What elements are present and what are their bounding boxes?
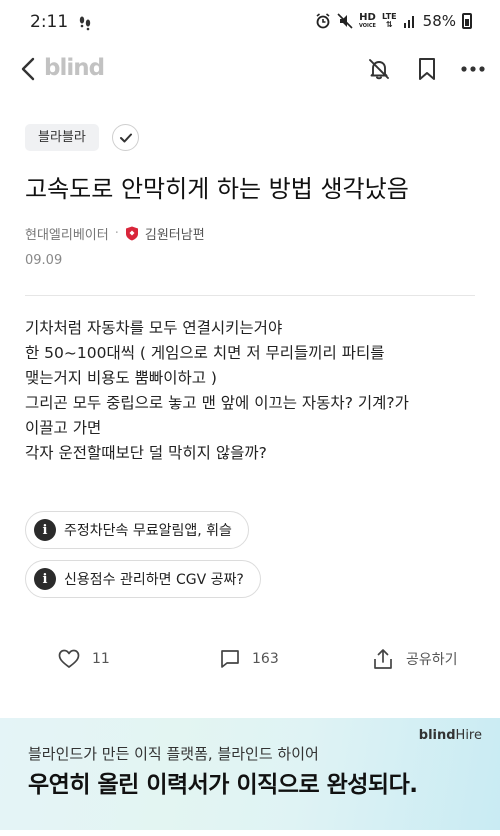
post-body: 기차처럼 자동차를 모두 연결시키는거야 한 50~100대씩 ( 게임으로 치…: [25, 316, 485, 466]
check-icon: [119, 133, 132, 142]
author-row: 현대엘리베이터 · 김원터남편: [25, 223, 205, 243]
info-icon: i: [34, 519, 56, 541]
author-badge-icon: [125, 226, 138, 240]
comment-button[interactable]: 163: [220, 643, 279, 675]
body-line: 이끌고 가면: [25, 419, 102, 437]
author-name[interactable]: 김원터남편: [145, 224, 205, 243]
comment-icon: [221, 650, 239, 668]
banner-brand: blindHire: [419, 728, 482, 743]
related-link-chip[interactable]: i 신용점수 관리하면 CGV 공짜?: [25, 560, 261, 598]
steps-icon: [79, 16, 91, 31]
status-bar: 2:11 HD VOICE LTE ⇅ 58%: [0, 0, 500, 44]
like-button[interactable]: 11: [58, 643, 110, 675]
body-line: 맺는거지 비용도 뿜빠이하고 ): [25, 369, 217, 387]
bell-off-icon: [369, 59, 389, 80]
divider: [25, 295, 475, 296]
back-button[interactable]: [14, 54, 42, 84]
post-actions: 11 163 공유하기: [0, 643, 500, 675]
comment-count: 163: [252, 651, 279, 667]
status-icons: HD VOICE LTE ⇅ 58%: [315, 12, 472, 30]
channel-chip[interactable]: 블라블라: [25, 124, 99, 151]
author-company[interactable]: 현대엘리베이터: [25, 224, 109, 243]
hd-voice-indicator: HD VOICE: [358, 12, 376, 30]
related-link-label: 주정차단속 무료알림앱, 휘슬: [64, 523, 232, 539]
related-link-chip[interactable]: i 주정차단속 무료알림앱, 휘슬: [25, 511, 249, 549]
more-icon: [461, 66, 485, 72]
body-line: 그리곤 모두 중립으로 놓고 맨 앞에 이끄는 자동차? 기계?가: [25, 394, 409, 412]
signal-icon: [403, 16, 414, 28]
battery-percent: 58%: [422, 12, 456, 30]
blind-hire-banner[interactable]: blindHire 블라인드가 만든 이직 플랫폼, 블라인드 하이어 우연히 …: [0, 718, 500, 830]
voice-label: VOICE: [358, 23, 376, 29]
share-icon: [374, 649, 392, 669]
share-label: 공유하기: [406, 652, 458, 668]
post-title: 고속도로 안막히게 하는 방법 생각났음: [25, 175, 409, 203]
related-link-label: 신용점수 관리하면 CGV 공짜?: [64, 572, 244, 588]
banner-brand-name: blind: [418, 728, 456, 743]
body-line: 한 50~100대씩 ( 게임으로 치면 저 무리들끼리 파티를: [25, 344, 385, 362]
post-date: 09.09: [25, 253, 63, 268]
heart-icon: [58, 649, 80, 668]
alarm-icon: [316, 13, 330, 29]
notification-off-button[interactable]: [366, 56, 392, 82]
blind-logo: blind: [44, 55, 105, 81]
lte-indicator: LTE ⇅: [381, 12, 397, 29]
banner-brand-suffix: Hire: [455, 728, 482, 743]
share-button[interactable]: 공유하기: [372, 643, 458, 675]
separator-dot: ·: [114, 225, 119, 241]
mute-icon: [337, 13, 353, 29]
more-button[interactable]: [458, 56, 488, 82]
bookmark-icon: [419, 58, 435, 80]
follow-channel-button[interactable]: [112, 124, 139, 151]
info-icon: i: [34, 568, 56, 590]
app-header: blind: [0, 44, 500, 94]
back-icon: [21, 57, 35, 81]
body-line: 기차처럼 자동차를 모두 연결시키는거야: [25, 319, 283, 337]
body-line: 각자 운전할때보단 덜 막히지 않을까?: [25, 444, 267, 462]
banner-headline: 우연히 올린 이력서가 이직으로 완성되다.: [28, 772, 418, 798]
bookmark-button[interactable]: [414, 56, 440, 82]
status-time: 2:11: [30, 12, 69, 32]
like-count: 11: [92, 651, 110, 667]
hd-label: HD: [359, 12, 376, 23]
banner-subtitle: 블라인드가 만든 이직 플랫폼, 블라인드 하이어: [28, 745, 319, 763]
battery-icon: [462, 13, 472, 29]
